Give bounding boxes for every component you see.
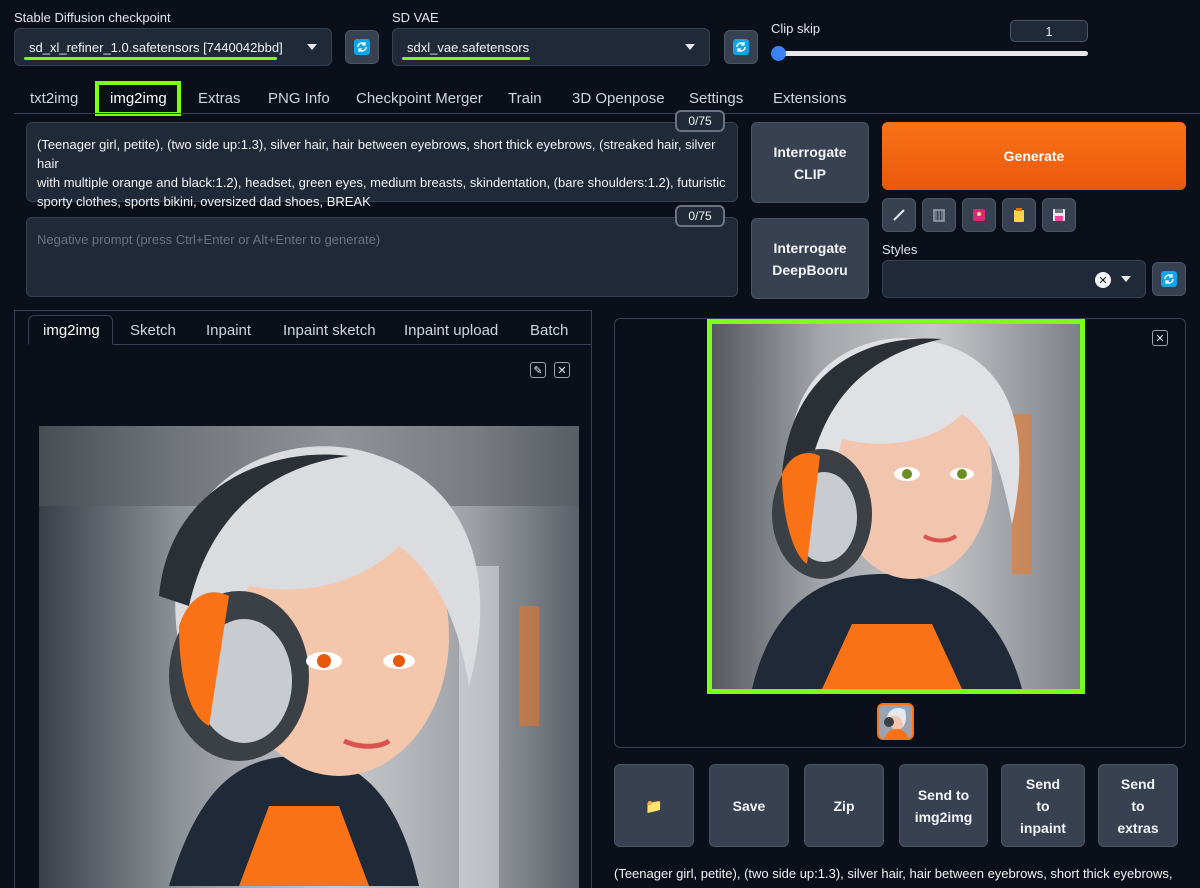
interrogate-clip-line2: CLIP [794,165,826,182]
img-tab-batch[interactable]: Batch [530,322,568,339]
interrogate-deepbooru-line2: DeepBooru [772,261,848,278]
checkpoint-label: Stable Diffusion checkpoint [14,10,171,25]
interrogate-deepbooru-line1: Interrogate [773,239,847,256]
tab-extensions[interactable]: Extensions [773,90,846,107]
folder-icon: 📁 [645,797,663,814]
vae-refresh-button[interactable] [724,30,758,64]
send-to-inpaint-button[interactable]: Send to inpaint [1001,764,1085,847]
clipboard-icon [1014,208,1024,222]
img-tab-img2img[interactable]: img2img [43,322,100,339]
tab-png-info[interactable]: PNG Info [268,90,330,107]
interrogate-deepbooru-button[interactable]: Interrogate DeepBooru [751,218,869,299]
tab-extras[interactable]: Extras [198,90,241,107]
clip-skip-slider-handle[interactable] [771,46,786,61]
save-button[interactable]: Save [709,764,789,847]
zip-button[interactable]: Zip [804,764,884,847]
thumbnail-portrait [884,708,908,738]
open-folder-button[interactable]: 📁 [614,764,694,847]
negative-prompt-placeholder: Negative prompt (press Ctrl+Enter or Alt… [37,232,381,247]
negative-prompt-textarea[interactable]: Negative prompt (press Ctrl+Enter or Alt… [26,217,738,297]
interrogate-clip-button[interactable]: Interrogate CLIP [751,122,869,203]
vae-highlight [402,57,530,60]
tab-train[interactable]: Train [508,90,542,107]
prompt-line: (Teenager girl, petite), (two side up:1.… [37,137,716,171]
send-extras-line3: extras [1117,819,1159,836]
read-params-button[interactable] [882,198,916,232]
portrait-illustration [39,426,579,888]
checkpoint-highlight [24,57,277,60]
clear-icon[interactable]: ✕ [1095,272,1111,288]
send-img2img-line1: Send to [917,786,970,803]
chevron-down-icon [685,44,695,50]
chevron-down-icon [1121,276,1131,282]
save-style-button[interactable] [1042,198,1076,232]
pencil-icon [893,209,905,221]
portrait-illustration [752,338,1032,689]
refresh-icon [354,39,370,55]
close-icon[interactable]: ✕ [1152,330,1168,346]
checkpoint-dropdown[interactable]: sd_xl_refiner_1.0.safetensors [7440042bb… [14,28,332,66]
tab-3d-openpose[interactable]: 3D Openpose [572,90,665,107]
styles-refresh-button[interactable] [1152,262,1186,296]
img-tab-inpaint[interactable]: Inpaint [206,322,251,339]
prompt-line: with multiple orange and black:1.2), hea… [37,175,726,190]
apply-style-button[interactable] [1002,198,1036,232]
picture-card-icon [973,209,985,221]
generate-button[interactable]: Generate [882,122,1186,190]
prompt-token-counter: 0/75 [675,110,725,132]
tab-checkpoint-merger[interactable]: Checkpoint Merger [356,90,483,107]
negative-prompt-token-counter: 0/75 [675,205,725,227]
checkpoint-refresh-button[interactable] [345,30,379,64]
send-to-img2img-button[interactable]: Send to img2img [899,764,988,847]
refresh-icon [733,39,749,55]
send-extras-line2: to [1131,797,1145,814]
styles-label: Styles [882,242,918,257]
interrogate-clip-line1: Interrogate [773,143,847,160]
floppy-disk-icon [1053,209,1065,221]
prompt-textarea[interactable]: (Teenager girl, petite), (two side up:1.… [26,122,738,209]
prompt-line: sporty clothes, sports bikini, oversized… [37,194,371,209]
tab-img2img[interactable]: img2img [110,90,167,107]
send-inpaint-line1: Send [1025,775,1061,792]
input-image[interactable] [39,426,579,888]
output-thumbnail[interactable] [877,703,914,740]
send-extras-line1: Send [1120,775,1156,792]
vae-label: SD VAE [392,10,439,25]
close-icon[interactable]: ✕ [554,362,570,378]
vae-dropdown[interactable]: sdxl_vae.safetensors [392,28,710,66]
clip-skip-slider-track[interactable] [778,51,1088,56]
vae-value: sdxl_vae.safetensors [407,39,530,55]
styles-dropdown[interactable]: ✕ [882,260,1146,298]
img-tab-sketch[interactable]: Sketch [130,322,176,339]
clip-skip-label: Clip skip [771,21,821,36]
send-to-extras-button[interactable]: Send to extras [1098,764,1178,847]
output-generation-info: (Teenager girl, petite), (two side up:1.… [614,866,1173,881]
tab-settings[interactable]: Settings [689,90,743,107]
extra-networks-button[interactable] [962,198,996,232]
trash-icon [933,209,945,222]
send-img2img-line2: img2img [914,808,973,825]
tab-divider [14,113,1200,114]
tab-txt2img[interactable]: txt2img [30,90,78,107]
edit-icon[interactable]: ✎ [530,362,546,378]
output-image[interactable] [707,319,1085,694]
refresh-icon [1161,271,1177,287]
send-inpaint-line2: to [1036,797,1050,814]
clip-skip-number-input[interactable]: 1 [1010,20,1088,42]
clear-prompt-button[interactable] [922,198,956,232]
img-tab-inpaint-sketch[interactable]: Inpaint sketch [283,322,376,339]
checkpoint-value: sd_xl_refiner_1.0.safetensors [7440042bb… [29,39,283,55]
chevron-down-icon [307,44,317,50]
send-inpaint-line3: inpaint [1020,819,1066,836]
img-tab-inpaint-upload[interactable]: Inpaint upload [404,322,498,339]
img-tab-divider [113,344,591,345]
